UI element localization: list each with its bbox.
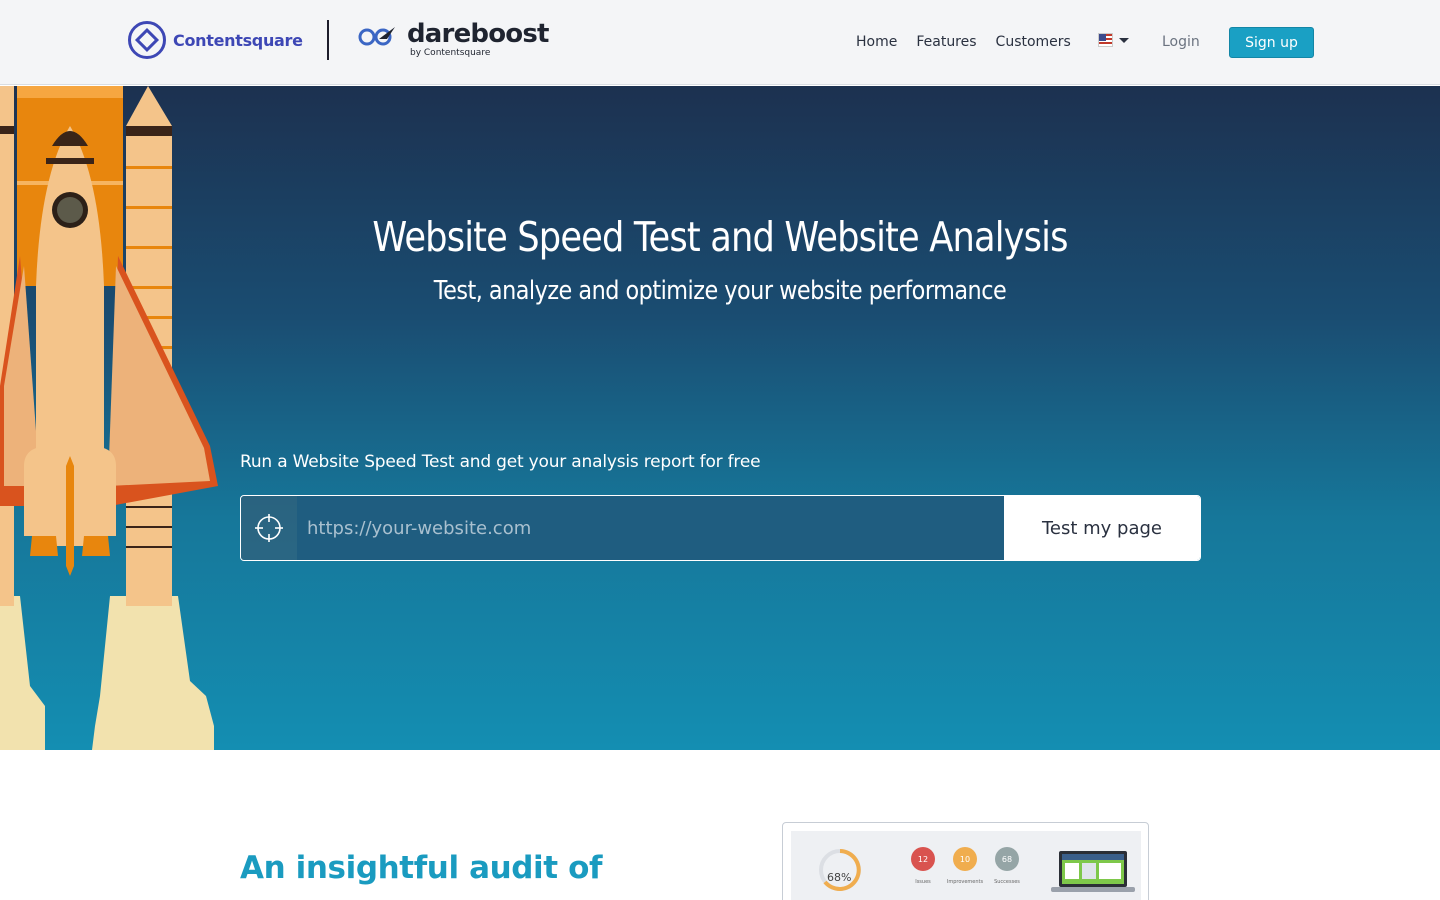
score-value: 68% [827,871,852,884]
signup-button[interactable]: Sign up [1229,27,1314,58]
report-preview-inner: 68% 12 Issues 10 Improvements 68 Success… [791,831,1141,900]
report-preview-card: 68% 12 Issues 10 Improvements 68 Success… [782,822,1149,900]
nav-features-link[interactable]: Features [916,33,976,51]
nav-customers-link[interactable]: Customers [996,33,1071,51]
url-input[interactable] [297,496,1004,560]
successes-label: Successes [994,879,1020,885]
speed-test-cta-label: Run a Website Speed Test and get your an… [240,452,761,472]
main-nav: Home Features Customers [856,33,1090,51]
successes-badge: 68 [995,847,1019,871]
contentsquare-brand-name: Contentsquare [173,30,303,50]
dareboost-byline: by Contentsquare [410,48,491,58]
brand-divider [327,20,329,60]
dareboost-logo[interactable]: dareboost by Contentsquare [357,20,549,59]
url-icon-box [241,496,297,560]
login-link[interactable]: Login [1162,33,1200,51]
improvements-badge: 10 [953,847,977,871]
language-selector[interactable] [1098,33,1129,47]
speed-test-form: Test my page [240,495,1201,561]
score-gauge [819,849,861,891]
crosshair-icon [255,514,283,542]
contentsquare-logo[interactable]: Contentsquare [127,20,303,60]
issues-badge: 12 [911,847,935,871]
site-header: Contentsquare dareboost by Contentsquare… [0,0,1440,85]
audit-heading: An insightful audit of [240,850,603,886]
chevron-down-icon [1119,37,1129,43]
hero-section: Website Speed Test and Website Analysis … [0,86,1440,750]
hero-title: Website Speed Test and Website Analysis [372,213,1068,261]
rocket-illustration [0,86,218,750]
nav-home-link[interactable]: Home [856,33,897,51]
us-flag-icon [1098,33,1113,47]
contentsquare-logo-icon [128,21,166,59]
test-my-page-button[interactable]: Test my page [1004,496,1200,560]
hero-subtitle: Test, analyze and optimize your website … [433,276,1007,306]
dareboost-brand-name: dareboost [407,19,549,49]
laptop-icon [1051,851,1135,892]
dareboost-logo-icon [358,27,395,46]
